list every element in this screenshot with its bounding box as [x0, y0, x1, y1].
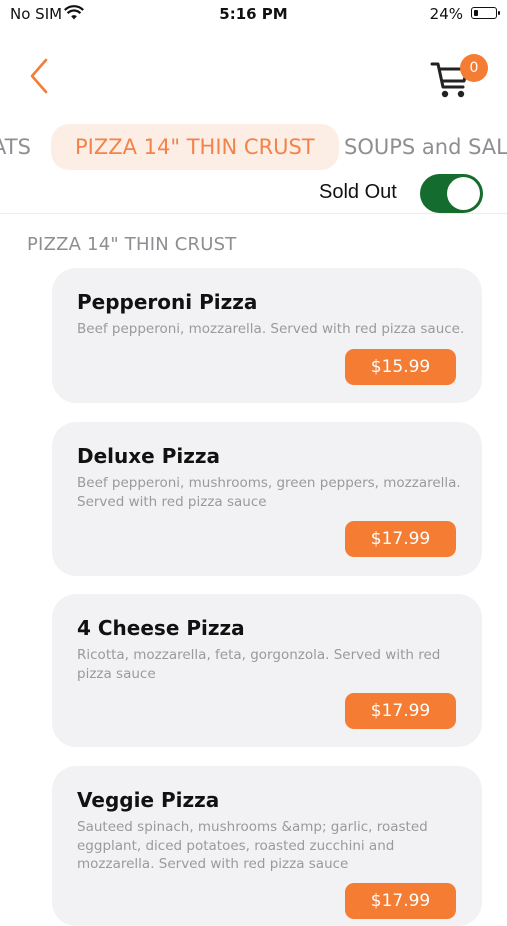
sold-out-label: Sold Out	[319, 181, 397, 203]
battery-level	[473, 9, 479, 16]
menu-item-description: Beef pepperoni, mushrooms, green peppers…	[77, 475, 461, 510]
cart-button[interactable]: 0	[430, 52, 490, 102]
sold-out-toggle[interactable]	[420, 174, 483, 213]
price-button[interactable]: $15.99	[345, 349, 456, 385]
menu-item-description: Beef pepperoni, mozzarella. Served with …	[77, 321, 465, 337]
menu-item-name: 4 Cheese Pizza	[77, 616, 245, 640]
menu-item-description: Sauteed spinach, mushrooms &amp; garlic,…	[77, 819, 428, 872]
price-button[interactable]: $17.99	[345, 693, 456, 729]
menu-item-card[interactable]: Deluxe Pizza Beef pepperoni, mushrooms, …	[52, 422, 482, 576]
menu-item-card[interactable]: Veggie Pizza Sauteed spinach, mushrooms …	[52, 766, 482, 926]
tab-pizza-thin-crust[interactable]: PIZZA 14" THIN CRUST	[51, 124, 339, 170]
tab-soups-and-salads[interactable]: SOUPS and SALADS	[344, 124, 507, 170]
battery-icon	[471, 7, 500, 19]
menu-item-name: Veggie Pizza	[77, 788, 220, 812]
category-tabs: ATS PIZZA 14" THIN CRUST SOUPS and SALAD…	[0, 124, 507, 172]
menu-item-name: Deluxe Pizza	[77, 444, 220, 468]
section-title: PIZZA 14" THIN CRUST	[27, 234, 237, 255]
divider	[0, 213, 507, 214]
chevron-left-icon	[30, 58, 48, 94]
toggle-knob	[447, 177, 480, 210]
battery-percent: 24%	[429, 5, 463, 23]
menu-item-description: Ricotta, mozzarella, feta, gorgonzola. S…	[77, 647, 441, 682]
cart-count-badge: 0	[460, 54, 488, 82]
menu-item-card[interactable]: Pepperoni Pizza Beef pepperoni, mozzarel…	[52, 268, 482, 403]
price-button[interactable]: $17.99	[345, 883, 456, 919]
back-button[interactable]	[22, 56, 58, 96]
tab-ats[interactable]: ATS	[0, 124, 31, 170]
menu-item-name: Pepperoni Pizza	[77, 290, 258, 314]
status-bar: No SIM 5:16 PM 24%	[0, 0, 507, 30]
price-button[interactable]: $17.99	[345, 521, 456, 557]
menu-item-card[interactable]: 4 Cheese Pizza Ricotta, mozzarella, feta…	[52, 594, 482, 747]
